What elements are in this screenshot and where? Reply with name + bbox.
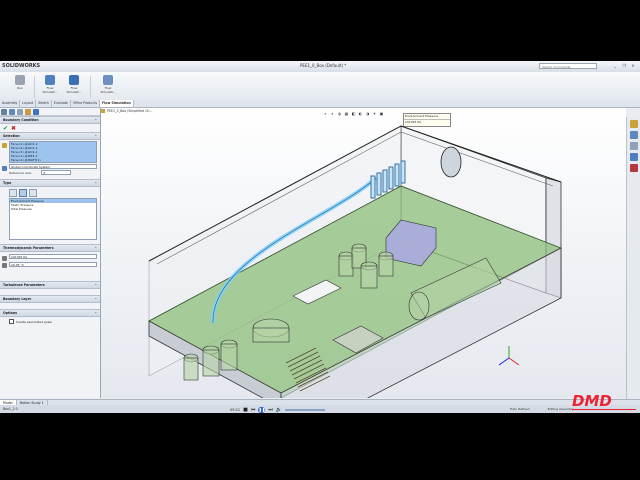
pm-confirm-row: ✔ ✖	[0, 124, 100, 132]
previous-icon[interactable]: ⏮	[251, 407, 256, 413]
flow-simulation-wizard-button[interactable]: Flow Simulati...	[40, 75, 60, 99]
solidworks-window: SOLIDWORKS PEE1_0_Box (Default) * Search…	[0, 61, 640, 413]
boundary-layer-section-header[interactable]: Boundary Layer	[0, 295, 100, 303]
volume-icon[interactable]: 🔊	[276, 407, 282, 413]
flow-openings-toggle[interactable]	[9, 189, 17, 197]
feature-tree-tab-icon[interactable]	[1, 109, 7, 115]
electronics-box-model[interactable]	[101, 108, 626, 398]
selection-section-header[interactable]: Selection	[0, 132, 100, 140]
watermark-underline	[572, 409, 636, 410]
solidworks-logo[interactable]: SOLIDWORKS	[2, 62, 44, 71]
video-player-controls: 09:21 ■ ⏮ ❚❚ ⏭ 🔊	[230, 406, 326, 413]
pm-toolbar	[0, 108, 100, 116]
design-library-icon[interactable]	[630, 131, 638, 139]
type-section: Environment Pressure Static Pressure Tot…	[0, 189, 100, 240]
appearances-icon[interactable]	[630, 164, 638, 172]
pressure-openings-toggle[interactable]	[19, 189, 27, 197]
create-goals-checkbox[interactable]	[9, 319, 14, 324]
property-manager: Boundary Condition ✔ ✖ Selection Face<1>…	[0, 108, 101, 398]
graphics-viewport[interactable]: ⌕ ⌕ ◍ ▦ ◧ ◐ ◑ ☀ ▣ Environment Pressure 1…	[101, 108, 626, 398]
tab-flow-simulation[interactable]: Flow Simulation	[100, 100, 134, 107]
options-row: Create associated goals	[9, 319, 100, 324]
tab-evaluate[interactable]: Evaluate	[52, 100, 71, 107]
pause-button[interactable]: ❚❚	[258, 406, 266, 413]
minimize-button[interactable]: _	[612, 63, 618, 69]
status-left: Box1_2.0	[3, 407, 18, 411]
restore-button[interactable]: ❐	[621, 63, 627, 69]
run-label: Run	[17, 86, 23, 90]
ribbon-separator	[90, 76, 91, 98]
reference-axis-label: Reference axis:	[9, 171, 33, 175]
flow-sim-label: Flow Simulati...	[66, 86, 82, 94]
coordinate-system-icon	[2, 166, 7, 171]
turbulence-section-header[interactable]: Turbulence Parameters	[0, 281, 100, 289]
command-tabs: Assembly Layout Sketch Evaluate Office P…	[0, 100, 640, 108]
display-manager-tab-icon[interactable]	[25, 109, 31, 115]
faces-list[interactable]: Face<1>@LID1-1 Face<2>@LID1-1 Face<3>@LI…	[9, 141, 97, 163]
flow-tools-icon	[103, 75, 113, 85]
tab-assembly[interactable]: Assembly	[0, 100, 21, 107]
stop-icon[interactable]: ■	[243, 407, 248, 413]
next-icon[interactable]: ⏭	[268, 407, 273, 413]
tab-layout[interactable]: Layout	[20, 100, 37, 107]
flow-simulation-tools-button[interactable]: Flow Simulati...	[98, 75, 118, 99]
logo-text: SOLIDWORKS	[2, 63, 41, 69]
task-pane	[626, 117, 640, 407]
status-defined: Fully Defined	[510, 407, 530, 411]
ok-button[interactable]: ✔	[3, 125, 8, 132]
thermodynamic-section-header[interactable]: Thermodynamic Parameters	[0, 244, 100, 252]
coordinate-system-field[interactable]: Global Coordinate System	[9, 164, 97, 169]
file-explorer-icon[interactable]	[630, 142, 638, 150]
type-list[interactable]: Environment Pressure Static Pressure Tot…	[9, 198, 97, 240]
create-goals-label: Create associated goals	[16, 319, 52, 324]
options-section-header[interactable]: Options	[0, 309, 100, 317]
pressure-field[interactable]: 101325 Pa	[9, 254, 97, 259]
document-title: PEE1_0_Box (Default) *	[300, 63, 347, 68]
selection-section: Face<1>@LID1-1 Face<2>@LID1-1 Face<3>@LI…	[0, 141, 100, 176]
search-commands-input[interactable]: Search Commands	[539, 63, 597, 69]
face-item[interactable]: Face<4>@INLET(1)	[10, 158, 96, 162]
volume-slider[interactable]	[285, 408, 326, 411]
thermodynamic-section: 101325 Pa 20.05 °C	[0, 254, 100, 268]
view-palette-icon[interactable]	[630, 153, 638, 161]
status-right: Fully Defined Editing Assembly	[510, 405, 573, 413]
outlet-opening[interactable]	[440, 146, 462, 178]
faces-selection-icon	[2, 143, 7, 148]
reference-axis-select[interactable]: X	[41, 170, 72, 175]
tab-sketch[interactable]: Sketch	[36, 100, 52, 107]
type-section-header[interactable]: Type	[0, 179, 100, 187]
run-button[interactable]: Run	[10, 75, 30, 99]
cancel-button[interactable]: ✖	[11, 125, 16, 132]
dmd-watermark-logo: DMD	[572, 392, 612, 410]
flow-simulation-button[interactable]: Flow Simulati...	[64, 75, 84, 99]
type-toggle-group	[9, 189, 100, 197]
pressure-icon	[2, 256, 7, 261]
flow-wizard-icon	[45, 75, 55, 85]
temperature-field[interactable]: 20.05 °C	[9, 262, 97, 267]
orientation-triad	[498, 346, 520, 366]
resources-icon[interactable]	[630, 120, 638, 128]
flow-wizard-label: Flow Simulati...	[42, 86, 58, 94]
command-manager-ribbon: Run Flow Simulati... Flow Simulati... Fl…	[0, 72, 640, 101]
flow-tools-label: Flow Simulati...	[100, 86, 116, 94]
flow-sim-icon	[69, 75, 79, 85]
run-icon	[15, 75, 25, 85]
status-editing: Editing Assembly	[547, 407, 574, 411]
property-manager-tab-icon[interactable]	[9, 109, 15, 115]
tab-office-products[interactable]: Office Products	[71, 100, 100, 107]
pm-title: Boundary Condition	[0, 116, 100, 124]
window-controls: _ ❐ ×	[612, 63, 636, 69]
type-item-total-pressure[interactable]: Total Pressure	[10, 207, 96, 211]
wall-toggle[interactable]	[29, 189, 37, 197]
temperature-icon	[2, 263, 7, 268]
close-button[interactable]: ×	[630, 63, 636, 69]
playback-time: 09:21	[230, 407, 241, 412]
ribbon-separator	[34, 76, 35, 98]
configuration-tab-icon[interactable]	[17, 109, 23, 115]
flow-analysis-tab-icon[interactable]	[33, 109, 39, 115]
